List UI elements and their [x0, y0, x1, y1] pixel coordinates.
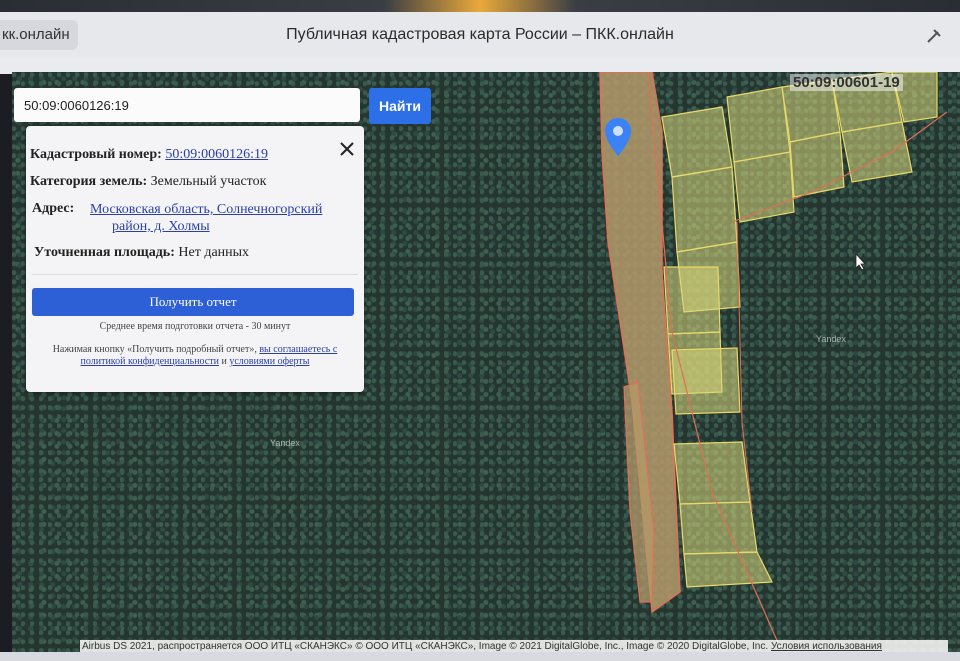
parcel[interactable]: [841, 121, 913, 183]
cadastral-link[interactable]: 50:09:0060126:19: [165, 147, 268, 162]
parcel[interactable]: [733, 151, 795, 223]
parcel[interactable]: [671, 347, 741, 415]
area-row: Уточненная площадь: Нет данных: [34, 244, 249, 261]
parcel[interactable]: [671, 166, 738, 253]
parcel[interactable]: [661, 106, 733, 178]
address-link[interactable]: Московская область, Солнечногорский райо…: [90, 201, 322, 235]
category-row: Категория земель: Земельный участок: [30, 173, 266, 190]
category-label: Категория земель:: [30, 174, 148, 189]
category-value: Земельный участок: [150, 174, 267, 189]
close-icon[interactable]: [338, 140, 356, 158]
map-watermark: Yandex: [816, 334, 846, 344]
report-time-note: Среднее время подготовки отчета - 30 мин…: [99, 321, 291, 332]
cadastral-label: Кадастровый номер:: [30, 147, 162, 162]
consent-note: Нажимая кнопку «Получить подробный отчет…: [52, 344, 338, 367]
map-watermark: Yandex: [270, 438, 300, 448]
offer-terms-link[interactable]: условиями оферты: [229, 356, 309, 367]
parcel[interactable]: [789, 131, 845, 198]
browser-top-strip: [0, 0, 960, 12]
parcel[interactable]: [726, 86, 791, 163]
cadastral-row: Кадастровый номер: 50:09:0060126:19: [30, 146, 268, 163]
area-value: Нет данных: [178, 245, 250, 260]
parcel[interactable]: [683, 551, 773, 588]
parcel[interactable]: [663, 266, 721, 335]
area-label: Уточненная площадь:: [34, 245, 175, 260]
address-label: Адрес:: [32, 201, 75, 216]
get-report-button[interactable]: Получить отчет: [32, 288, 354, 316]
parcel[interactable]: [679, 501, 758, 555]
browser-tabbar: кк.онлайн Публичная кадастровая карта Ро…: [0, 12, 960, 59]
search-button[interactable]: Найти: [369, 88, 431, 124]
extension-icon[interactable]: [924, 26, 944, 46]
card-divider: [32, 274, 358, 275]
parcel-info-card: Кадастровый номер: 50:09:0060126:19 Кате…: [26, 126, 364, 392]
location-pin-icon[interactable]: [604, 117, 632, 157]
map-parcel-label: 50:09:00601-19: [790, 74, 903, 91]
parcel[interactable]: [673, 441, 751, 505]
screen-bottom-edge: [0, 652, 960, 661]
window-title: Публичная кадастровая карта России – ПКК…: [286, 26, 674, 43]
cadastral-search-input[interactable]: [14, 88, 360, 122]
mouse-cursor-icon: [855, 253, 866, 271]
terms-of-use-link[interactable]: Условия использования: [771, 641, 882, 652]
